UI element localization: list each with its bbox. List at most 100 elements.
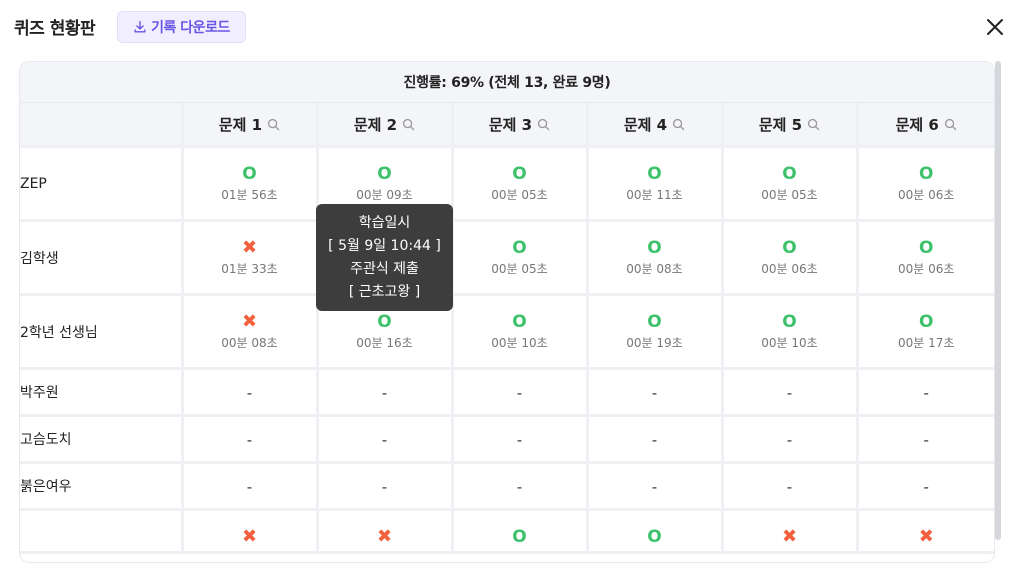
- result-cell[interactable]: -: [587, 368, 724, 417]
- result-cell[interactable]: -: [182, 368, 319, 417]
- correct-mark: O: [512, 238, 527, 258]
- result-cell[interactable]: O 00분 19초: [587, 294, 724, 370]
- result-cell[interactable]: -: [452, 415, 589, 464]
- result-cell[interactable]: ✖: [182, 509, 319, 554]
- result-cell[interactable]: -: [722, 368, 859, 417]
- tooltip-label-answer: 주관식 제출: [350, 260, 419, 277]
- result-cell[interactable]: -: [317, 462, 454, 511]
- result-cell[interactable]: -: [722, 462, 859, 511]
- result-cell[interactable]: ✖ 00분 08초: [182, 294, 319, 370]
- result-cell[interactable]: O: [452, 509, 589, 554]
- results-table: 문제 1 문제 2 문제 3 문제 4 문제 5 문제 6 ZEP O 01분 56초 O 00분…: [20, 103, 994, 554]
- result-cell[interactable]: -: [452, 462, 589, 511]
- download-label: 기록 다운로드: [151, 20, 230, 36]
- download-icon: [134, 21, 146, 33]
- student-name: 붉은여우: [20, 462, 184, 511]
- close-button[interactable]: [982, 14, 1008, 40]
- result-cell[interactable]: -: [182, 415, 319, 464]
- download-records-button[interactable]: 기록 다운로드: [117, 11, 246, 43]
- result-cell[interactable]: O 00분 06초: [857, 220, 994, 296]
- wrong-mark: ✖: [376, 526, 393, 547]
- wrong-mark: ✖: [918, 526, 934, 547]
- empty-result: -: [516, 383, 523, 402]
- question-label: 문제 4: [623, 115, 668, 134]
- question-3-header[interactable]: 문제 3: [452, 103, 589, 148]
- empty-result: -: [651, 383, 658, 402]
- correct-mark: O: [647, 527, 662, 547]
- result-cell[interactable]: O 00분 05초: [452, 146, 589, 222]
- table-row: 고슴도치 - - - - - -: [20, 415, 994, 464]
- student-name: 김학생: [20, 220, 184, 296]
- result-cell[interactable]: O 00분 08초: [587, 220, 724, 296]
- result-cell[interactable]: O 00분 17초: [857, 294, 994, 370]
- result-cell[interactable]: -: [722, 415, 859, 464]
- correct-mark: O: [512, 164, 527, 184]
- result-cell[interactable]: ✖ 01분 33초: [182, 220, 319, 296]
- table-row: 박주원 - - - - - -: [20, 368, 994, 417]
- empty-result: -: [923, 477, 929, 496]
- student-name: 박주원: [20, 368, 184, 417]
- result-cell[interactable]: O 01분 56초: [182, 146, 319, 222]
- result-cell[interactable]: O 00분 06초: [857, 146, 994, 222]
- result-cell[interactable]: -: [857, 368, 994, 417]
- result-cell[interactable]: -: [317, 415, 454, 464]
- question-1-header[interactable]: 문제 1: [182, 103, 319, 148]
- result-cell[interactable]: O 00분 05초: [452, 220, 589, 296]
- scrollbar[interactable]: [995, 61, 1001, 540]
- result-cell[interactable]: -: [182, 462, 319, 511]
- result-cell[interactable]: O: [587, 509, 724, 554]
- search-icon: [673, 118, 685, 130]
- correct-mark: O: [782, 312, 797, 332]
- empty-result: -: [923, 430, 929, 449]
- elapsed-time: 00분 05초: [761, 188, 818, 202]
- result-cell[interactable]: -: [317, 368, 454, 417]
- close-icon: [987, 19, 1003, 35]
- result-cell[interactable]: ✖: [722, 509, 859, 554]
- header-corner: [20, 103, 184, 148]
- elapsed-time: 00분 05초: [491, 188, 548, 202]
- question-5-header[interactable]: 문제 5: [722, 103, 859, 148]
- search-icon: [944, 118, 957, 130]
- empty-result: -: [381, 383, 388, 402]
- result-cell[interactable]: ✖: [317, 509, 454, 554]
- result-cell[interactable]: O 00분 10초: [452, 294, 589, 370]
- result-cell[interactable]: ✖: [857, 509, 994, 554]
- empty-result: -: [516, 430, 523, 449]
- result-cell[interactable]: -: [857, 462, 994, 511]
- elapsed-time: 00분 06초: [898, 262, 955, 276]
- empty-result: -: [786, 477, 793, 496]
- correct-mark: O: [512, 312, 527, 332]
- elapsed-time: 00분 06초: [761, 262, 818, 276]
- search-icon: [403, 118, 415, 130]
- empty-result: -: [246, 383, 253, 402]
- question-label: 문제 5: [758, 115, 803, 134]
- search-icon: [538, 118, 550, 130]
- question-6-header[interactable]: 문제 6: [857, 103, 994, 148]
- result-cell[interactable]: -: [857, 415, 994, 464]
- student-name: 2학년 선생님: [20, 294, 184, 370]
- elapsed-time: 00분 08초: [626, 262, 683, 276]
- question-label: 문제 2: [353, 115, 398, 134]
- empty-result: -: [381, 477, 388, 496]
- table-row: 김학생 ✖ 01분 33초 O 00분 05초 O 00분 08초 O 00분 06초 O 00분 …: [20, 220, 994, 296]
- question-2-header[interactable]: 문제 2: [317, 103, 454, 148]
- correct-mark: O: [647, 164, 662, 184]
- result-cell[interactable]: -: [587, 462, 724, 511]
- result-cell[interactable]: O 00분 11초: [587, 146, 724, 222]
- submission-tooltip: 학습일시 [ 5월 9일 10:44 ] 주관식 제출 [ 근초고왕 ]: [316, 204, 453, 311]
- result-cell[interactable]: O 00분 05초: [722, 146, 859, 222]
- student-name: ZEP: [20, 146, 184, 222]
- elapsed-time: 00분 11초: [626, 188, 683, 202]
- search-icon: [268, 118, 280, 130]
- result-cell[interactable]: -: [587, 415, 724, 464]
- result-cell[interactable]: O 00분 06초: [722, 220, 859, 296]
- question-4-header[interactable]: 문제 4: [587, 103, 724, 148]
- quiz-header: 퀴즈 현황판 기록 다운로드: [0, 0, 1024, 56]
- wrong-mark: ✖: [241, 237, 258, 258]
- result-cell[interactable]: O 00분 10초: [722, 294, 859, 370]
- correct-mark: O: [919, 164, 934, 184]
- progress-summary: 진행률: 69% (전체 13, 완료 9명): [20, 62, 994, 103]
- table-header-row: 문제 1 문제 2 문제 3 문제 4 문제 5 문제 6: [20, 103, 994, 148]
- empty-result: -: [516, 477, 523, 496]
- result-cell[interactable]: -: [452, 368, 589, 417]
